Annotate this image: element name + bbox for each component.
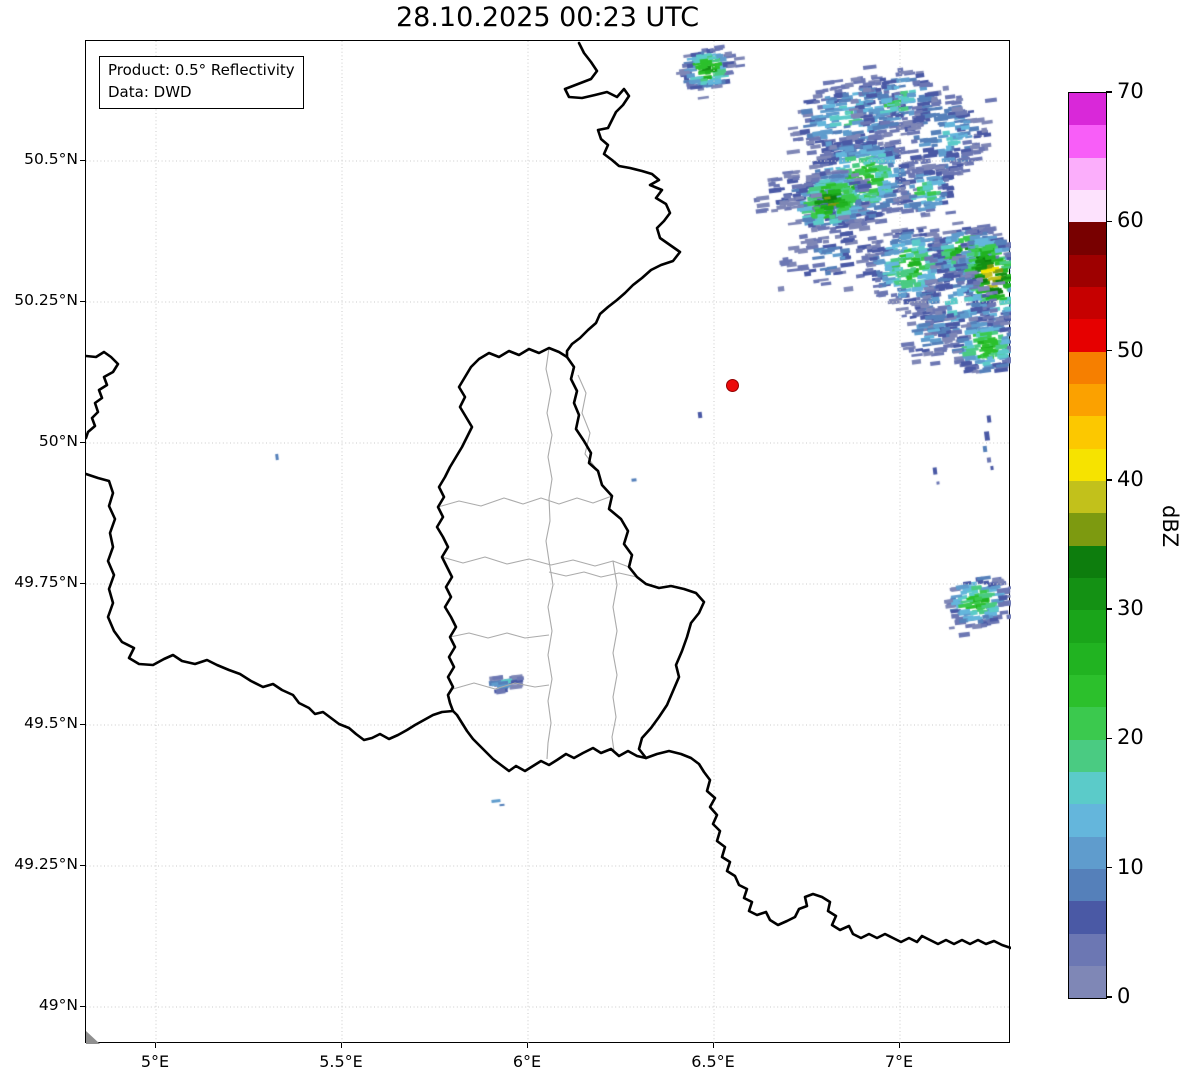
canton-border	[547, 561, 553, 759]
colorbar-segment	[1069, 125, 1106, 157]
colorbar-tick-label: 30	[1117, 596, 1144, 620]
colorbar-tick	[1106, 608, 1112, 609]
x-axis-tick-label: 6°E	[513, 1052, 541, 1071]
product-annotation-box: Product: 0.5° Reflectivity Data: DWD	[99, 56, 304, 109]
colorbar-tick	[1106, 996, 1112, 997]
colorbar-tick-label: 40	[1117, 467, 1144, 491]
canton-border	[450, 633, 549, 638]
colorbar-segment	[1069, 740, 1106, 772]
colorbar-segment	[1069, 255, 1106, 287]
colorbar-segment	[1069, 449, 1106, 481]
reflectivity-colorbar	[1068, 92, 1107, 999]
y-axis-tick	[80, 442, 85, 443]
colorbar-segment	[1069, 546, 1106, 578]
colorbar-segment	[1069, 772, 1106, 804]
x-axis-tick-label: 7°E	[885, 1052, 913, 1071]
colorbar-tick-label: 60	[1117, 208, 1144, 232]
colorbar-segment	[1069, 804, 1106, 836]
colorbar-segment	[1069, 901, 1106, 933]
radar-station-marker	[726, 379, 739, 392]
colorbar-segment	[1069, 966, 1106, 998]
radar-figure: 28.10.2025 00:23 UTC Product: 0.5° Refle…	[0, 0, 1202, 1081]
colorbar-tick-label: 0	[1117, 984, 1130, 1008]
colorbar-segment	[1069, 158, 1106, 190]
colorbar-tick	[1106, 221, 1112, 222]
colorbar-segment	[1069, 93, 1106, 125]
colorbar-segment	[1069, 675, 1106, 707]
x-axis-tick	[527, 1043, 528, 1048]
colorbar-segment	[1069, 513, 1106, 545]
colorbar-segment	[1069, 352, 1106, 384]
colorbar-segment	[1069, 643, 1106, 675]
colorbar-segment	[1069, 384, 1106, 416]
canton-border	[578, 375, 598, 471]
colorbar-segment	[1069, 578, 1106, 610]
colorbar-tick	[1106, 867, 1112, 868]
map-plot-area: Product: 0.5° Reflectivity Data: DWD	[85, 40, 1010, 1043]
data-source-line: Data: DWD	[108, 82, 295, 104]
x-axis-tick-label: 5.5°E	[319, 1052, 363, 1071]
colorbar-tick	[1106, 91, 1112, 92]
canton-border	[438, 496, 612, 507]
givet-salient-border	[86, 352, 118, 438]
x-axis-tick	[713, 1043, 714, 1048]
figure-title: 28.10.2025 00:23 UTC	[85, 2, 1010, 33]
canton-border	[549, 572, 637, 577]
y-axis-tick-label: 49.75°N	[0, 573, 78, 591]
y-axis-tick	[80, 1006, 85, 1007]
y-axis-tick-label: 50.5°N	[0, 150, 78, 168]
colorbar-segment	[1069, 481, 1106, 513]
y-axis-tick-label: 49.5°N	[0, 714, 78, 732]
colorbar-axis-label: dBZ	[1158, 505, 1182, 547]
france-germany-border	[646, 751, 1011, 948]
colorbar-segment	[1069, 190, 1106, 222]
x-axis-tick	[155, 1043, 156, 1048]
colorbar-segment	[1069, 707, 1106, 739]
y-axis-tick-label: 50.25°N	[0, 291, 78, 309]
colorbar-tick-label: 70	[1117, 79, 1144, 103]
colorbar-tick-label: 20	[1117, 725, 1144, 749]
colorbar-segment	[1069, 610, 1106, 642]
x-axis-tick	[341, 1043, 342, 1048]
y-axis-tick	[80, 583, 85, 584]
y-axis-tick-label: 49°N	[0, 996, 78, 1014]
colorbar-segment	[1069, 287, 1106, 319]
x-axis-tick-label: 6.5°E	[691, 1052, 735, 1071]
canton-border	[612, 561, 617, 751]
product-line: Product: 0.5° Reflectivity	[108, 60, 295, 82]
corner-land-patch	[86, 1031, 100, 1044]
canton-border	[546, 348, 552, 561]
colorbar-segment	[1069, 222, 1106, 254]
y-axis-tick	[80, 160, 85, 161]
colorbar-tick	[1106, 479, 1112, 480]
canton-border	[442, 557, 629, 567]
france-belgium-border	[86, 474, 453, 740]
x-axis-tick	[899, 1043, 900, 1048]
y-axis-tick	[80, 865, 85, 866]
colorbar-tick-label: 10	[1117, 855, 1144, 879]
colorbar-segment	[1069, 837, 1106, 869]
colorbar-segment	[1069, 934, 1106, 966]
y-axis-tick	[80, 724, 85, 725]
colorbar-tick-label: 50	[1117, 338, 1144, 362]
colorbar-tick	[1106, 350, 1112, 351]
x-axis-tick-label: 5°E	[141, 1052, 169, 1071]
y-axis-tick	[80, 301, 85, 302]
colorbar-segment	[1069, 869, 1106, 901]
y-axis-tick-label: 50°N	[0, 432, 78, 450]
colorbar-tick	[1106, 738, 1112, 739]
basemap-borders-layer	[86, 41, 1011, 1044]
y-axis-tick-label: 49.25°N	[0, 855, 78, 873]
colorbar-segment	[1069, 319, 1106, 351]
colorbar-segment	[1069, 416, 1106, 448]
belgium-germany-border	[565, 43, 680, 357]
canton-border	[453, 683, 549, 689]
